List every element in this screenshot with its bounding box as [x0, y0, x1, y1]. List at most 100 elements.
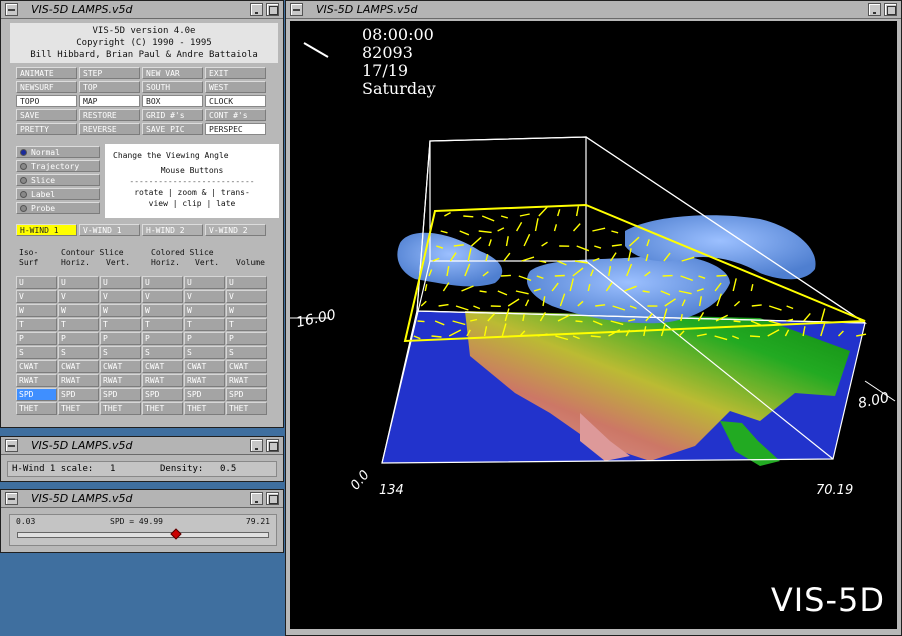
- var-cell-thet-3[interactable]: THET: [142, 402, 183, 415]
- window-menu-button[interactable]: [5, 492, 18, 505]
- cmd-button-restore[interactable]: RESTORE: [79, 109, 140, 121]
- title-bar[interactable]: VIS-5D LAMPS.v5d: [1, 437, 283, 455]
- var-cell-spd-4[interactable]: SPD: [184, 388, 225, 401]
- var-cell-rwat-0[interactable]: RWAT: [16, 374, 57, 387]
- var-cell-cwat-2[interactable]: CWAT: [100, 360, 141, 373]
- var-cell-cwat-1[interactable]: CWAT: [58, 360, 99, 373]
- var-cell-v-5[interactable]: V: [226, 290, 267, 303]
- 3d-scene[interactable]: [290, 21, 897, 629]
- cmd-button-south[interactable]: SOUTH: [142, 81, 203, 93]
- wind-button-v-wind-1[interactable]: V-WIND 1: [79, 224, 140, 236]
- cmd-button-reverse[interactable]: REVERSE: [79, 123, 140, 135]
- var-cell-u-4[interactable]: U: [184, 276, 225, 289]
- var-cell-thet-5[interactable]: THET: [226, 402, 267, 415]
- var-cell-thet-4[interactable]: THET: [184, 402, 225, 415]
- var-cell-s-2[interactable]: S: [100, 346, 141, 359]
- mode-radio-trajectory[interactable]: Trajectory: [16, 160, 100, 172]
- var-cell-v-3[interactable]: V: [142, 290, 183, 303]
- var-cell-w-0[interactable]: W: [16, 304, 57, 317]
- cmd-button-animate[interactable]: ANIMATE: [16, 67, 77, 79]
- scale-input[interactable]: 1: [110, 462, 115, 476]
- var-cell-spd-5[interactable]: SPD: [226, 388, 267, 401]
- mode-radio-normal[interactable]: Normal: [16, 146, 100, 158]
- var-cell-spd-0[interactable]: SPD: [16, 388, 57, 401]
- var-cell-t-5[interactable]: T: [226, 318, 267, 331]
- var-cell-t-4[interactable]: T: [184, 318, 225, 331]
- var-cell-u-5[interactable]: U: [226, 276, 267, 289]
- window-menu-button[interactable]: [290, 3, 303, 16]
- cmd-button-map[interactable]: MAP: [79, 95, 140, 107]
- cmd-button-pretty[interactable]: PRETTY: [16, 123, 77, 135]
- var-cell-v-0[interactable]: V: [16, 290, 57, 303]
- var-cell-thet-1[interactable]: THET: [58, 402, 99, 415]
- mode-radio-slice[interactable]: Slice: [16, 174, 100, 186]
- minimize-button[interactable]: [250, 3, 263, 16]
- slider-knob[interactable]: [170, 528, 182, 540]
- var-cell-t-2[interactable]: T: [100, 318, 141, 331]
- density-input[interactable]: 0.5: [220, 462, 236, 476]
- cmd-button-perspec[interactable]: PERSPEC: [205, 123, 266, 135]
- title-bar[interactable]: VIS-5D LAMPS.v5d: [286, 1, 901, 19]
- var-cell-p-1[interactable]: P: [58, 332, 99, 345]
- var-cell-p-0[interactable]: P: [16, 332, 57, 345]
- mode-radio-label[interactable]: Label: [16, 188, 100, 200]
- cmd-button-newsurf[interactable]: NEWSURF: [16, 81, 77, 93]
- var-cell-cwat-3[interactable]: CWAT: [142, 360, 183, 373]
- maximize-button[interactable]: [884, 3, 897, 16]
- var-cell-u-0[interactable]: U: [16, 276, 57, 289]
- wind-button-h-wind-2[interactable]: H-WIND 2: [142, 224, 203, 236]
- cmd-button-exit[interactable]: EXIT: [205, 67, 266, 79]
- var-cell-t-3[interactable]: T: [142, 318, 183, 331]
- var-cell-t-0[interactable]: T: [16, 318, 57, 331]
- var-cell-spd-1[interactable]: SPD: [58, 388, 99, 401]
- cmd-button-cont-s[interactable]: CONT #'s: [205, 109, 266, 121]
- cmd-button-box[interactable]: BOX: [142, 95, 203, 107]
- 3d-viewport[interactable]: 08:00:00 82093 17/19 Saturday 16.00 8.00…: [290, 21, 897, 629]
- var-cell-w-2[interactable]: W: [100, 304, 141, 317]
- window-menu-button[interactable]: [5, 3, 18, 16]
- cmd-button-step[interactable]: STEP: [79, 67, 140, 79]
- minimize-button[interactable]: [868, 3, 881, 16]
- var-cell-t-1[interactable]: T: [58, 318, 99, 331]
- var-cell-p-2[interactable]: P: [100, 332, 141, 345]
- cmd-button-west[interactable]: WEST: [205, 81, 266, 93]
- var-cell-s-5[interactable]: S: [226, 346, 267, 359]
- wind-button-h-wind-1[interactable]: H-WIND 1: [16, 224, 77, 236]
- cmd-button-save[interactable]: SAVE: [16, 109, 77, 121]
- wind-button-v-wind-2[interactable]: V-WIND 2: [205, 224, 266, 236]
- var-cell-rwat-1[interactable]: RWAT: [58, 374, 99, 387]
- var-cell-rwat-4[interactable]: RWAT: [184, 374, 225, 387]
- var-cell-p-5[interactable]: P: [226, 332, 267, 345]
- cmd-button-topo[interactable]: TOPO: [16, 95, 77, 107]
- maximize-button[interactable]: [266, 3, 279, 16]
- var-cell-spd-3[interactable]: SPD: [142, 388, 183, 401]
- minimize-button[interactable]: [250, 492, 263, 505]
- var-cell-u-2[interactable]: U: [100, 276, 141, 289]
- var-cell-rwat-3[interactable]: RWAT: [142, 374, 183, 387]
- var-cell-w-4[interactable]: W: [184, 304, 225, 317]
- var-cell-rwat-5[interactable]: RWAT: [226, 374, 267, 387]
- var-cell-s-1[interactable]: S: [58, 346, 99, 359]
- var-cell-w-5[interactable]: W: [226, 304, 267, 317]
- var-cell-rwat-2[interactable]: RWAT: [100, 374, 141, 387]
- minimize-button[interactable]: [250, 439, 263, 452]
- var-cell-p-4[interactable]: P: [184, 332, 225, 345]
- var-cell-v-2[interactable]: V: [100, 290, 141, 303]
- var-cell-w-1[interactable]: W: [58, 304, 99, 317]
- title-bar[interactable]: VIS-5D LAMPS.v5d: [1, 490, 283, 508]
- var-cell-p-3[interactable]: P: [142, 332, 183, 345]
- var-cell-u-3[interactable]: U: [142, 276, 183, 289]
- var-cell-s-3[interactable]: S: [142, 346, 183, 359]
- maximize-button[interactable]: [266, 439, 279, 452]
- var-cell-cwat-5[interactable]: CWAT: [226, 360, 267, 373]
- var-cell-u-1[interactable]: U: [58, 276, 99, 289]
- var-cell-spd-2[interactable]: SPD: [100, 388, 141, 401]
- var-cell-w-3[interactable]: W: [142, 304, 183, 317]
- window-menu-button[interactable]: [5, 439, 18, 452]
- maximize-button[interactable]: [266, 492, 279, 505]
- slider-track[interactable]: [17, 528, 269, 540]
- var-cell-v-1[interactable]: V: [58, 290, 99, 303]
- title-bar[interactable]: VIS-5D LAMPS.v5d: [1, 1, 283, 19]
- var-cell-cwat-0[interactable]: CWAT: [16, 360, 57, 373]
- var-cell-thet-2[interactable]: THET: [100, 402, 141, 415]
